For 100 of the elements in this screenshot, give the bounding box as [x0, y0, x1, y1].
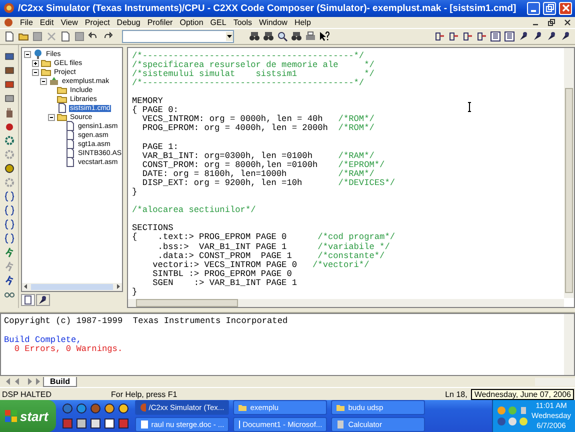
menu-item[interactable]: Help: [294, 18, 311, 27]
code-comment: /*RAM*/: [338, 168, 374, 179]
menu-item[interactable]: Window: [259, 18, 288, 27]
file-icon: [65, 148, 75, 158]
folder-icon: [57, 94, 67, 104]
code-comment: /*-----------------------------------------*/: [132, 78, 364, 88]
folder-icon: [336, 403, 346, 412]
code-line: DISP_EXT: org = 9200h, len =10h: [141, 178, 304, 188]
step-icon[interactable]: [448, 30, 459, 42]
brace-icon[interactable]: [4, 218, 14, 230]
close-icon[interactable]: [564, 18, 571, 26]
binoculars-icon[interactable]: [249, 30, 260, 42]
minimize-button[interactable]: [527, 2, 540, 15]
code-comment: /*sistemului simulat sistsim1 */: [132, 68, 374, 79]
pin-icon[interactable]: [546, 30, 557, 42]
vertical-scrollbar[interactable]: [564, 48, 574, 298]
list-icon[interactable]: [490, 30, 501, 42]
menu-item[interactable]: Project: [84, 18, 110, 27]
page-icon[interactable]: [4, 30, 15, 42]
dropdown-field[interactable]: [122, 30, 234, 43]
scroll-left-icon[interactable]: [22, 283, 29, 290]
printer-icon[interactable]: [305, 30, 316, 42]
collapse-toggle[interactable]: [48, 114, 55, 121]
close-button[interactable]: [559, 2, 572, 15]
code-line: CONST_PROM: org = 8000h,len =0100h: [141, 160, 319, 170]
runner-icon[interactable]: [4, 246, 14, 258]
code-line: .data:> CONST_PROM PAGE 1: [158, 250, 293, 261]
brace-icon[interactable]: [4, 204, 14, 216]
step-icon[interactable]: [476, 30, 487, 42]
menu-item[interactable]: File: [20, 18, 33, 27]
code-comment: /*constante*/: [318, 250, 385, 261]
menu-item[interactable]: GEL: [210, 18, 226, 27]
status-text: DSP HALTED: [1, 390, 52, 399]
folder-icon[interactable]: [18, 30, 29, 42]
expand-toggle[interactable]: [32, 60, 39, 67]
menu-item[interactable]: Debug: [116, 18, 140, 27]
code-comment: /*vectori*/: [312, 260, 370, 270]
pin-view-tab-icon[interactable]: [36, 294, 50, 306]
app-icon: [3, 2, 15, 14]
file-icon: [65, 157, 75, 168]
tab-navigation-icon[interactable]: [4, 377, 40, 386]
scroll-right-icon[interactable]: [115, 283, 122, 290]
step-icon[interactable]: [462, 30, 473, 42]
code-line: DATE: org = 8100h, len=1000h: [141, 168, 287, 179]
magnifier-icon[interactable]: [277, 30, 288, 42]
pin-icon[interactable]: [532, 30, 543, 42]
code-editor[interactable]: [127, 46, 575, 308]
list-icon[interactable]: [504, 30, 515, 42]
horizontal-scrollbar[interactable]: [128, 298, 564, 307]
copy-icon[interactable]: [60, 30, 71, 42]
menu-item[interactable]: Tools: [233, 18, 252, 27]
close-icon: [562, 4, 570, 12]
caret-icon[interactable]: [226, 32, 233, 41]
help-icon[interactable]: [319, 30, 330, 42]
code-line: { .text:> PROG_EPROM PAGE 0: [132, 232, 288, 242]
code-line: .bss:> VAR_B1_INT PAGE 1: [156, 242, 288, 252]
code-line: }: [132, 186, 138, 197]
code-line: }: [132, 287, 138, 297]
step-icon[interactable]: [434, 30, 445, 42]
pin-icon[interactable]: [518, 30, 529, 42]
code-line: SINTBL :> PROG_EPROM PAGE 0: [152, 268, 292, 279]
windows-logo-icon: [5, 410, 17, 422]
code-comment: /*ROM*/: [338, 123, 374, 134]
output-line: Copyright (c) 1987-1999 Texas Instruments Incorporated: [4, 316, 288, 326]
output-line: Build Complete,: [4, 334, 82, 345]
folder-icon: [41, 58, 51, 68]
brace-icon[interactable]: [4, 190, 14, 202]
vertical-scrollbar[interactable]: [564, 314, 574, 376]
code-line: PROG_EPROM: org = 4000h, len = 2000h: [141, 123, 329, 134]
collapse-toggle[interactable]: [24, 50, 31, 58]
collapse-toggle[interactable]: [40, 78, 47, 85]
code-comment: /*ROM*/: [338, 114, 374, 124]
collapse-toggle[interactable]: [32, 68, 39, 76]
code-comment: /*cod program*/: [318, 232, 396, 242]
file-icon: [65, 121, 75, 132]
brace-icon[interactable]: [4, 232, 14, 244]
code-line: vectori:> VECS_INTROM PAGE 0: [152, 260, 298, 270]
binoculars-icon[interactable]: [291, 30, 302, 42]
file-view-tab-icon[interactable]: [21, 294, 35, 306]
folder-icon: [41, 67, 51, 78]
horizontal-scrollbar[interactable]: [22, 282, 122, 291]
file-icon: [65, 130, 75, 140]
restore-button[interactable]: [543, 2, 556, 15]
status-text: Ln 18,: [444, 390, 468, 399]
menu-item[interactable]: Option: [180, 18, 204, 27]
menu-item[interactable]: Edit: [40, 18, 54, 27]
horizontal-scrollbar[interactable]: [535, 378, 575, 386]
output-line: 0 Errors, 0 Warnings.: [13, 344, 123, 354]
menu-item[interactable]: Profiler: [147, 18, 173, 27]
window-title: /C2xx Simulator (Texas Instruments)/CPU - C2XX Code Composer (Simulator)- exemplust.mak - [sistsim1.cmd]: [18, 2, 516, 14]
code-line: { PAGE 0:: [132, 105, 178, 116]
start-button[interactable]: start: [0, 400, 56, 432]
status-text: For Help, press F1: [110, 390, 178, 399]
menu-item[interactable]: View: [60, 18, 78, 27]
date-tooltip: Wednesday, June 07, 2006: [471, 388, 574, 400]
binoculars-icon[interactable]: [263, 30, 274, 42]
runner-icon[interactable]: [4, 274, 14, 286]
project-icon: [49, 76, 59, 86]
output-tab[interactable]: Build: [43, 376, 77, 387]
pin-icon[interactable]: [560, 30, 571, 42]
